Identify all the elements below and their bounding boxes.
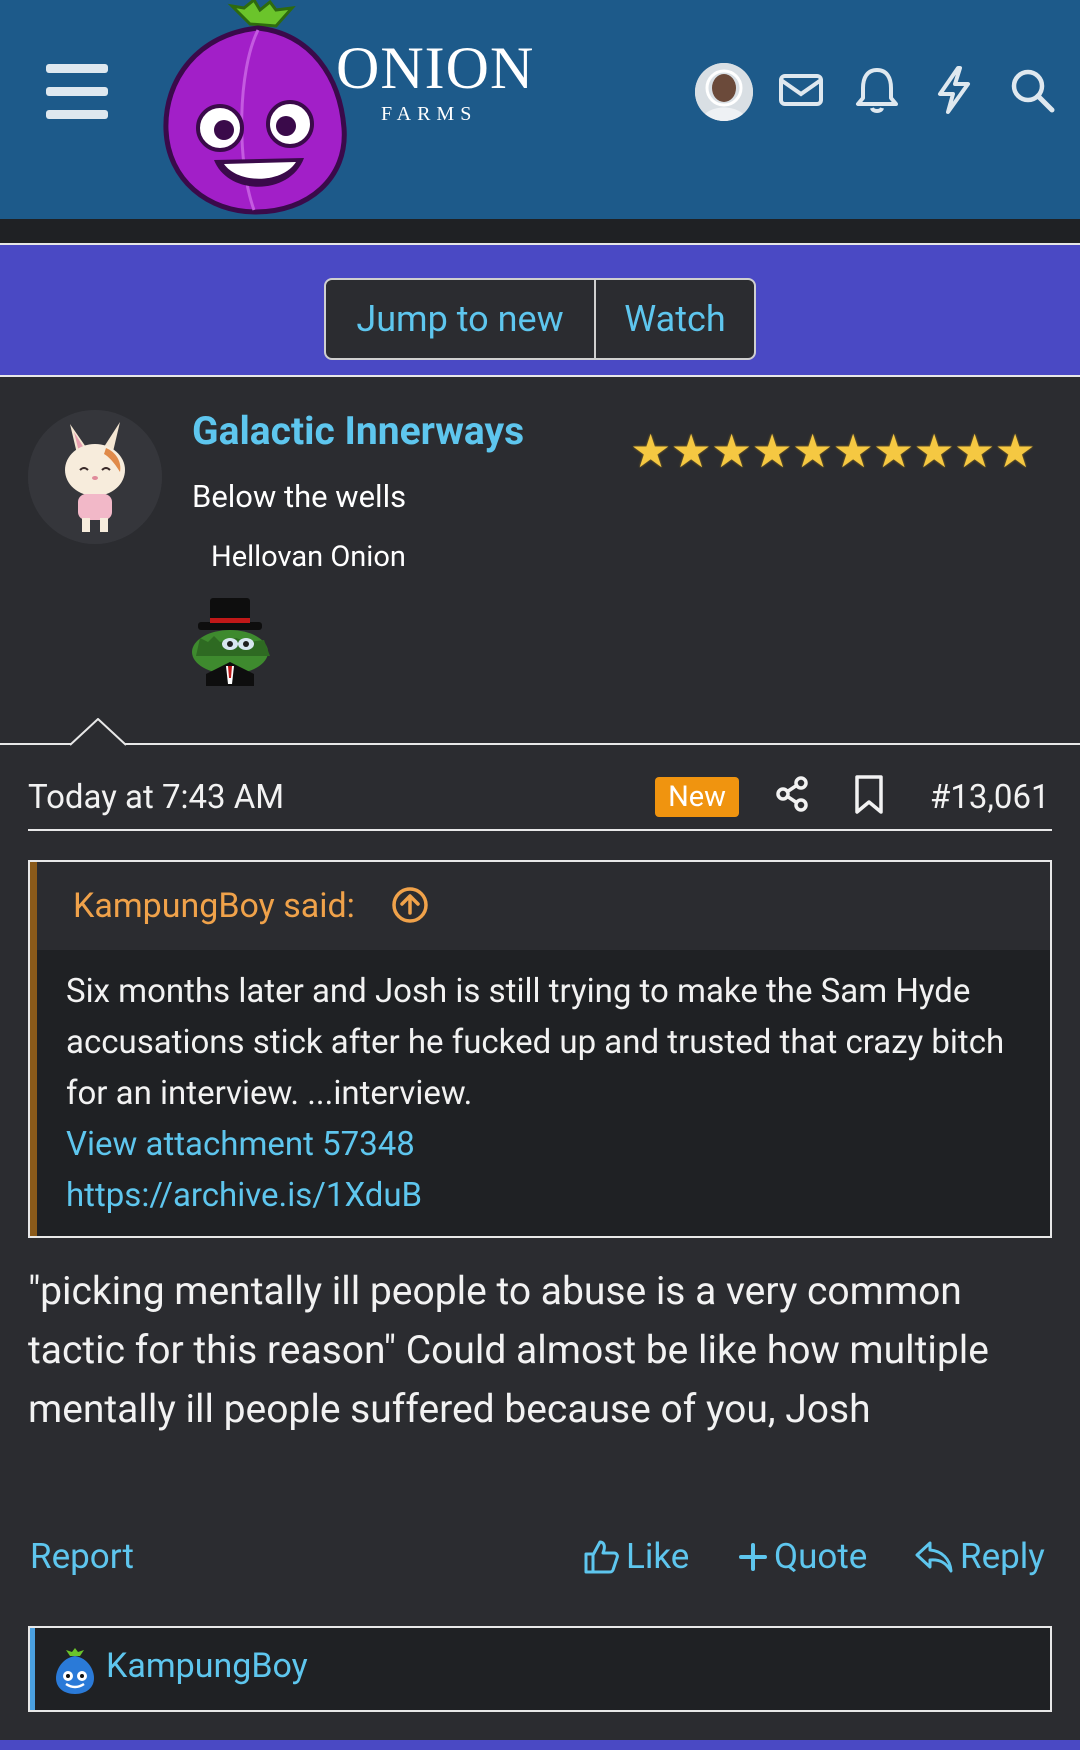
star-icon: ★ [792,425,834,479]
search-icon[interactable] [1004,62,1060,118]
post-body: "picking mentally ill people to abuse is… [28,1268,989,1432]
author-star-rating: ★ ★ ★ ★ ★ ★ ★ ★ ★ ★ [630,425,1036,479]
meta-divider [28,829,1052,831]
like-label: Like [626,1536,690,1577]
quote-button[interactable]: Quote [738,1536,867,1577]
frog-top-hat-badge [192,598,270,686]
reply-arrow-icon [915,1541,953,1572]
reactions-bar: KampungBoy [28,1626,1052,1712]
star-icon: ★ [994,425,1036,479]
author-avatar[interactable] [28,410,162,544]
brand-name: ONION [336,35,535,101]
watch-button[interactable]: Watch [596,280,754,358]
share-icon[interactable] [773,774,813,814]
quote-accent-bar [30,862,37,1236]
star-icon: ★ [670,425,712,479]
attachment-link[interactable]: View attachment 57348 [66,1119,1026,1170]
star-icon: ★ [711,425,753,479]
thumbs-up-icon [584,1540,619,1573]
star-icon: ★ [832,425,874,479]
onion-reaction-icon [56,1648,94,1694]
user-avatar[interactable] [695,63,753,121]
author-username[interactable]: Galactic Innerways [192,410,524,453]
header-divider [0,219,1080,245]
lightning-icon[interactable] [926,62,982,118]
reaction-user[interactable]: KampungBoy [106,1646,308,1686]
thread-button-group: Jump to new Watch [324,278,756,360]
star-icon: ★ [630,425,672,479]
brand-tagline: FARMS [381,103,478,125]
bookmark-icon[interactable] [851,774,887,816]
author-arrow-notch [70,718,126,746]
quote-header: KampungBoy said: [37,862,1050,950]
quote-text: Six months later and Josh is still tryin… [66,972,1005,1113]
reply-label: Reply [960,1536,1045,1577]
report-label: Report [30,1536,134,1577]
author-divider [0,743,1080,745]
bell-icon[interactable] [849,62,905,118]
post-number[interactable]: #13,061 [930,778,1050,817]
mail-icon[interactable] [773,62,829,118]
report-button[interactable]: Report [30,1536,134,1577]
menu-icon[interactable] [46,64,108,120]
star-icon: ★ [913,425,955,479]
reactions-accent [30,1628,35,1710]
plus-icon [739,1542,767,1571]
quote-block: KampungBoy said: Six months later and Jo… [28,860,1052,1238]
quote-author[interactable]: KampungBoy said: [73,886,355,926]
post-timestamp[interactable]: Today at 7:43 AM [28,778,284,817]
bottom-accent-bar [0,1740,1080,1750]
new-badge: New [655,777,739,817]
star-icon: ★ [751,425,793,479]
star-icon: ★ [954,425,996,479]
onion-logo[interactable] [158,0,358,219]
quote-content: Six months later and Josh is still tryin… [66,966,1026,1221]
author-rank: Hellovan Onion [211,540,406,574]
arrow-up-circle-icon[interactable] [391,886,429,924]
author-title: Below the wells [192,478,407,515]
like-button[interactable]: Like [582,1536,689,1577]
reply-button[interactable]: Reply [914,1536,1045,1577]
archive-link[interactable]: https://archive.is/1XduB [66,1170,1026,1221]
quote-label: Quote [774,1536,868,1577]
jump-to-new-button[interactable]: Jump to new [326,280,596,358]
site-header: ONION FARMS [0,0,1080,219]
star-icon: ★ [873,425,915,479]
